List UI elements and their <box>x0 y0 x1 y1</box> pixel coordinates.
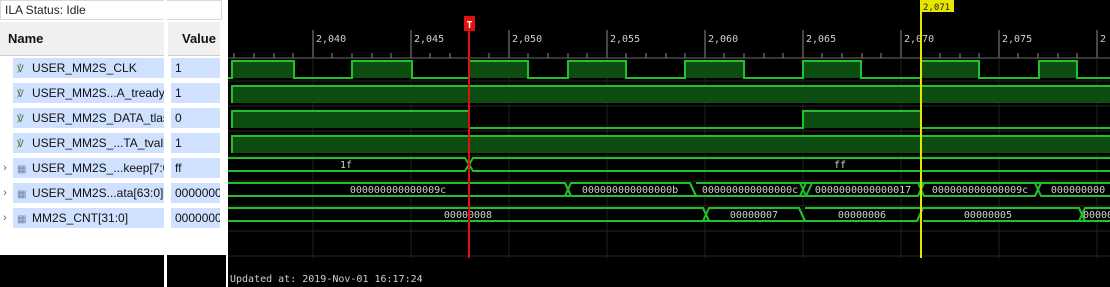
cursor-time-label: 2,071 <box>923 3 950 13</box>
value-column-header[interactable]: Value <box>168 22 220 56</box>
ruler-tick-label: 2 <box>1100 34 1106 45</box>
signal-value: 1 <box>171 83 220 103</box>
expand-chevron-icon[interactable]: › <box>0 206 10 230</box>
trigger-marker-label: T <box>466 20 472 31</box>
signal-row[interactable]: › ▦ MM2S_CNT[31:0] <box>0 206 165 230</box>
bus-value-label: 000000000000009c <box>932 185 1028 196</box>
signal-name: USER_MM2S_...keep[7:0 <box>32 161 165 175</box>
bus-value-label: 00000006 <box>838 210 886 221</box>
signal-row[interactable]: ℣ USER_MM2S...A_tready <box>0 81 165 105</box>
ila-status: ILA Status: Idle <box>0 0 222 20</box>
value-row[interactable]: 1 <box>168 81 220 105</box>
bus-signal-icon: ▦ <box>17 189 27 200</box>
signal-value: 1 <box>171 133 220 153</box>
bit-signal-icon: ℣ <box>17 114 24 125</box>
name-column-header[interactable]: Name <box>0 22 165 56</box>
bus-value-label: 000000000 <box>1051 185 1105 196</box>
ruler-tick-label: 2,075 <box>1002 34 1032 45</box>
expand-chevron-icon[interactable]: › <box>0 181 10 205</box>
ruler-tick-label: 2,065 <box>806 34 836 45</box>
ruler-tick-label: 2,070 <box>904 34 934 45</box>
wave-tlast <box>231 110 1110 129</box>
bit-signal-icon: ℣ <box>17 64 24 75</box>
wave-clk <box>228 60 1110 79</box>
ruler-tick-label: 2,060 <box>708 34 738 45</box>
signal-name: USER_MM2S...ata[63:0] <box>32 186 164 200</box>
signal-name: USER_MM2S_CLK <box>32 61 137 75</box>
signal-name: MM2S_CNT[31:0] <box>32 211 129 225</box>
signal-value: 0000000! <box>171 208 220 228</box>
bus-value-label: 00000007 <box>730 210 778 221</box>
value-row[interactable]: 1 <box>168 131 220 155</box>
bus-value-label: 00000 <box>1083 210 1110 221</box>
signal-row[interactable]: ℣ USER_MM2S_DATA_tlas <box>0 106 165 130</box>
signal-panel: ILA Status: Idle Name Value ℣ USER_MM2S_C… <box>0 0 226 287</box>
bus-value-label: 00000005 <box>964 210 1012 221</box>
expand-chevron-icon[interactable]: › <box>0 156 10 180</box>
signal-value: 0 <box>171 108 220 128</box>
value-row[interactable]: ff <box>168 156 220 180</box>
signal-row[interactable]: ℣ USER_MM2S_CLK <box>0 56 165 80</box>
bit-signal-icon: ℣ <box>17 89 24 100</box>
value-row[interactable]: 0000000! <box>168 206 220 230</box>
signal-row[interactable]: › ▦ USER_MM2S_...keep[7:0 <box>0 156 165 180</box>
bus-value-label: 0000000000000017 <box>815 185 911 196</box>
bus-value-label: 1f <box>340 160 352 171</box>
bus-value-label: 000000000000009c <box>350 185 446 196</box>
ruler-tick-label: 2,050 <box>512 34 542 45</box>
bus-value-label: 000000000000000b <box>582 185 678 196</box>
bus-signal-icon: ▦ <box>17 214 27 225</box>
wave-keep <box>228 157 1110 172</box>
signal-value: 1 <box>171 58 220 78</box>
ruler-tick-label: 2,040 <box>316 34 346 45</box>
signal-name: USER_MM2S_DATA_tlas <box>32 111 165 125</box>
bit-signal-icon: ℣ <box>17 139 24 150</box>
signal-value: 0000000 <box>171 183 220 203</box>
signal-row[interactable]: ℣ USER_MM2S_...TA_tvalic <box>0 131 165 155</box>
bus-value-label: 000000000000000c <box>702 185 798 196</box>
ruler-tick-label: 2,045 <box>414 34 444 45</box>
value-row[interactable]: 1 <box>168 56 220 80</box>
signal-value-list: 1 1 0 1 ff 0000000 0000000! <box>168 56 220 255</box>
wave-tready <box>231 85 1110 103</box>
signal-name: USER_MM2S_...TA_tvalic <box>32 136 165 150</box>
wave-tvalid <box>231 135 1110 153</box>
signal-value: ff <box>171 158 220 178</box>
signal-row[interactable]: › ▦ USER_MM2S...ata[63:0] <box>0 181 165 205</box>
bus-value-label: ff <box>834 160 846 171</box>
bus-signal-icon: ▦ <box>17 164 27 175</box>
column-divider[interactable] <box>164 0 167 287</box>
signal-name: USER_MM2S...A_tready <box>32 86 165 100</box>
signal-name-list: ℣ USER_MM2S_CLK ℣ USER_MM2S...A_tready ℣ US… <box>0 56 165 255</box>
value-row[interactable]: 0 <box>168 106 220 130</box>
value-row[interactable]: 0000000 <box>168 181 220 205</box>
updated-timestamp: Updated at: 2019-Nov-01 16:17:24 <box>230 274 423 285</box>
waveform-window[interactable]: 2,040 2,045 2,050 2,055 2,060 2,065 2,07… <box>228 0 1110 287</box>
panel-footer <box>0 255 226 287</box>
ruler-tick-label: 2,055 <box>610 34 640 45</box>
